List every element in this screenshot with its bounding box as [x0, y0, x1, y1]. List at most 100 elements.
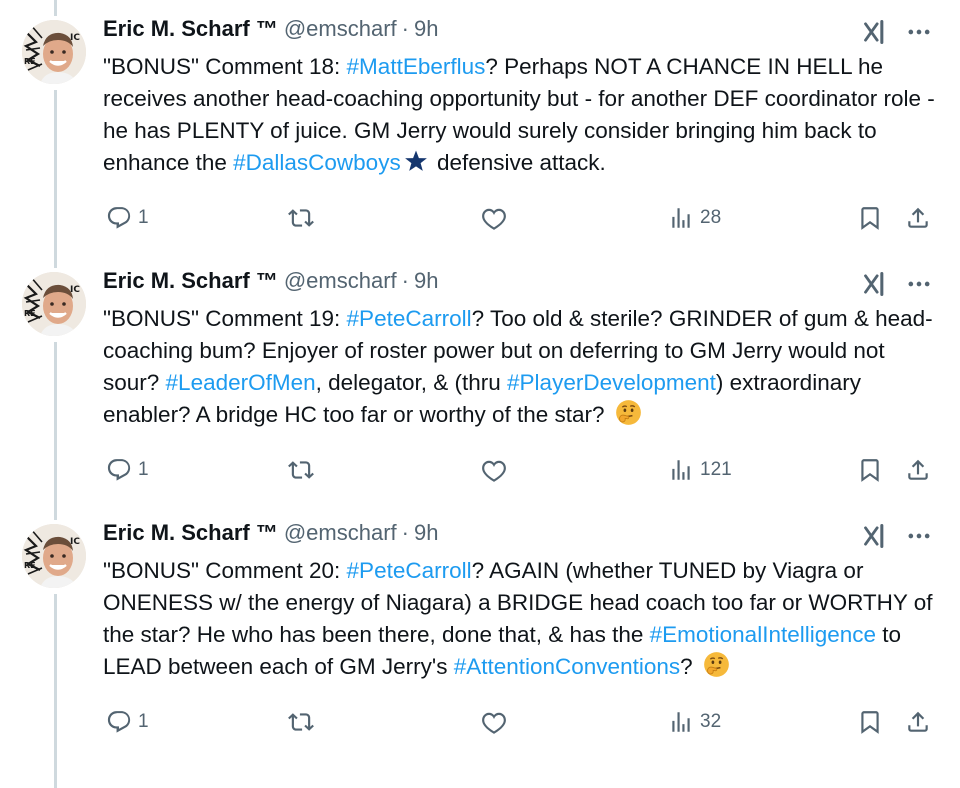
hashtag-link[interactable]: #AttentionConventions [454, 654, 680, 679]
avatar[interactable] [22, 20, 86, 84]
grok-button[interactable] [862, 18, 890, 46]
star-icon [403, 148, 429, 183]
hashtag-link[interactable]: #PeteCarroll [347, 558, 472, 583]
thinking-face-icon [703, 651, 730, 687]
grok-button[interactable] [862, 270, 890, 298]
hashtag-link[interactable]: #EmotionalIntelligence [650, 622, 876, 647]
views-icon [672, 460, 690, 480]
share-button[interactable] [905, 452, 931, 488]
tweet-text-segment: ? [680, 654, 699, 679]
share-icon [908, 711, 928, 732]
avatar[interactable] [22, 524, 86, 588]
tweet-text-segment: "BONUS" Comment 20: [103, 558, 347, 583]
author-handle[interactable]: @emscharf [284, 16, 397, 42]
action-bar: 1 121 [0, 452, 960, 492]
grok-icon [864, 523, 884, 549]
like-icon [482, 208, 506, 230]
tweet-text-segment: "BONUS" Comment 19: [103, 306, 347, 331]
like-button[interactable] [481, 452, 513, 488]
author-handle[interactable]: @emscharf [284, 268, 397, 294]
author-name[interactable]: Eric M. Scharf ™ [103, 520, 278, 546]
repost-icon [288, 713, 314, 731]
share-icon [908, 459, 928, 480]
tweet-text-segment: defensive attack. [430, 150, 606, 175]
views-button[interactable]: 28 [668, 200, 721, 236]
separator-dot: · [401, 268, 409, 293]
author-handle[interactable]: @emscharf [284, 520, 397, 546]
bookmark-icon [861, 459, 879, 482]
views-count: 32 [700, 711, 722, 732]
share-button[interactable] [905, 200, 931, 236]
like-icon [482, 460, 506, 482]
separator-dot: · [401, 520, 409, 545]
avatar[interactable] [22, 272, 86, 336]
thinking-face-icon-graphic [704, 652, 729, 677]
like-button[interactable] [481, 200, 513, 236]
author-name[interactable]: Eric M. Scharf ™ [103, 268, 278, 294]
action-bar: 1 28 [0, 200, 960, 240]
reply-icon [107, 207, 131, 229]
share-button[interactable] [905, 704, 931, 740]
reply-count: 1 [138, 459, 149, 480]
avatar-image [22, 272, 86, 336]
tweet-text-segment: , delegator, & (thru [315, 370, 508, 395]
like-icon [482, 712, 506, 734]
views-icon [672, 208, 690, 228]
hashtag-link[interactable]: #MattEberflus [347, 54, 486, 79]
reply-count: 1 [138, 711, 149, 732]
more-options-button[interactable] [903, 18, 935, 46]
avatar-image [22, 524, 86, 588]
timestamp[interactable]: 9h [414, 16, 438, 42]
tweet[interactable]: Eric M. Scharf ™ @emscharf · 9h "BONUS" Comm… [0, 14, 960, 259]
more-options-button[interactable] [903, 522, 935, 550]
reply-count: 1 [138, 207, 149, 228]
more-icon [908, 281, 930, 287]
views-button[interactable]: 32 [668, 704, 721, 740]
bookmark-icon [861, 207, 879, 230]
bookmark-button[interactable] [857, 200, 883, 236]
hashtag-link[interactable]: #DallasCowboys [233, 150, 401, 175]
timestamp[interactable]: 9h [414, 268, 438, 294]
repost-button[interactable] [288, 452, 320, 488]
bookmark-button[interactable] [857, 452, 883, 488]
avatar-image [22, 20, 86, 84]
reply-button[interactable]: 1 [106, 200, 149, 236]
grok-button[interactable] [862, 522, 890, 550]
tweet-text: "BONUS" Comment 18: #MattEberflus? Perha… [103, 51, 943, 183]
tweet-header: Eric M. Scharf ™ @emscharf · 9h [103, 266, 438, 296]
bookmark-button[interactable] [857, 704, 883, 740]
reply-button[interactable]: 1 [106, 452, 149, 488]
more-icon [908, 533, 930, 539]
like-button[interactable] [481, 704, 513, 740]
views-icon [672, 712, 690, 732]
action-bar: 1 32 [0, 704, 960, 744]
star-icon-graphic [403, 148, 429, 173]
tweet-header: Eric M. Scharf ™ @emscharf · 9h [103, 518, 438, 548]
hashtag-link[interactable]: #LeaderOfMen [166, 370, 316, 395]
grok-icon [864, 19, 884, 45]
views-button[interactable]: 121 [668, 452, 732, 488]
tweet[interactable]: Eric M. Scharf ™ @emscharf · 9h "BONUS" Comm… [0, 266, 960, 511]
repost-button[interactable] [288, 200, 320, 236]
separator-dot: · [401, 16, 409, 41]
thinking-face-icon [615, 399, 642, 435]
more-icon [908, 29, 930, 35]
tweet-header: Eric M. Scharf ™ @emscharf · 9h [103, 14, 438, 44]
repost-button[interactable] [288, 704, 320, 740]
reply-button[interactable]: 1 [106, 704, 149, 740]
repost-icon [288, 461, 314, 479]
hashtag-link[interactable]: #PlayerDevelopment [507, 370, 716, 395]
timestamp[interactable]: 9h [414, 520, 438, 546]
reply-icon [107, 711, 131, 733]
author-name[interactable]: Eric M. Scharf ™ [103, 16, 278, 42]
share-icon [908, 207, 928, 228]
tweet-text-segment: "BONUS" Comment 18: [103, 54, 347, 79]
more-options-button[interactable] [903, 270, 935, 298]
reply-icon [107, 459, 131, 481]
tweet-text: "BONUS" Comment 19: #PeteCarroll? Too ol… [103, 303, 943, 435]
repost-icon [288, 209, 314, 227]
tweet[interactable]: Eric M. Scharf ™ @emscharf · 9h "BONUS" Comm… [0, 518, 960, 763]
hashtag-link[interactable]: #PeteCarroll [347, 306, 472, 331]
views-count: 28 [700, 207, 722, 228]
grok-icon [864, 271, 884, 297]
